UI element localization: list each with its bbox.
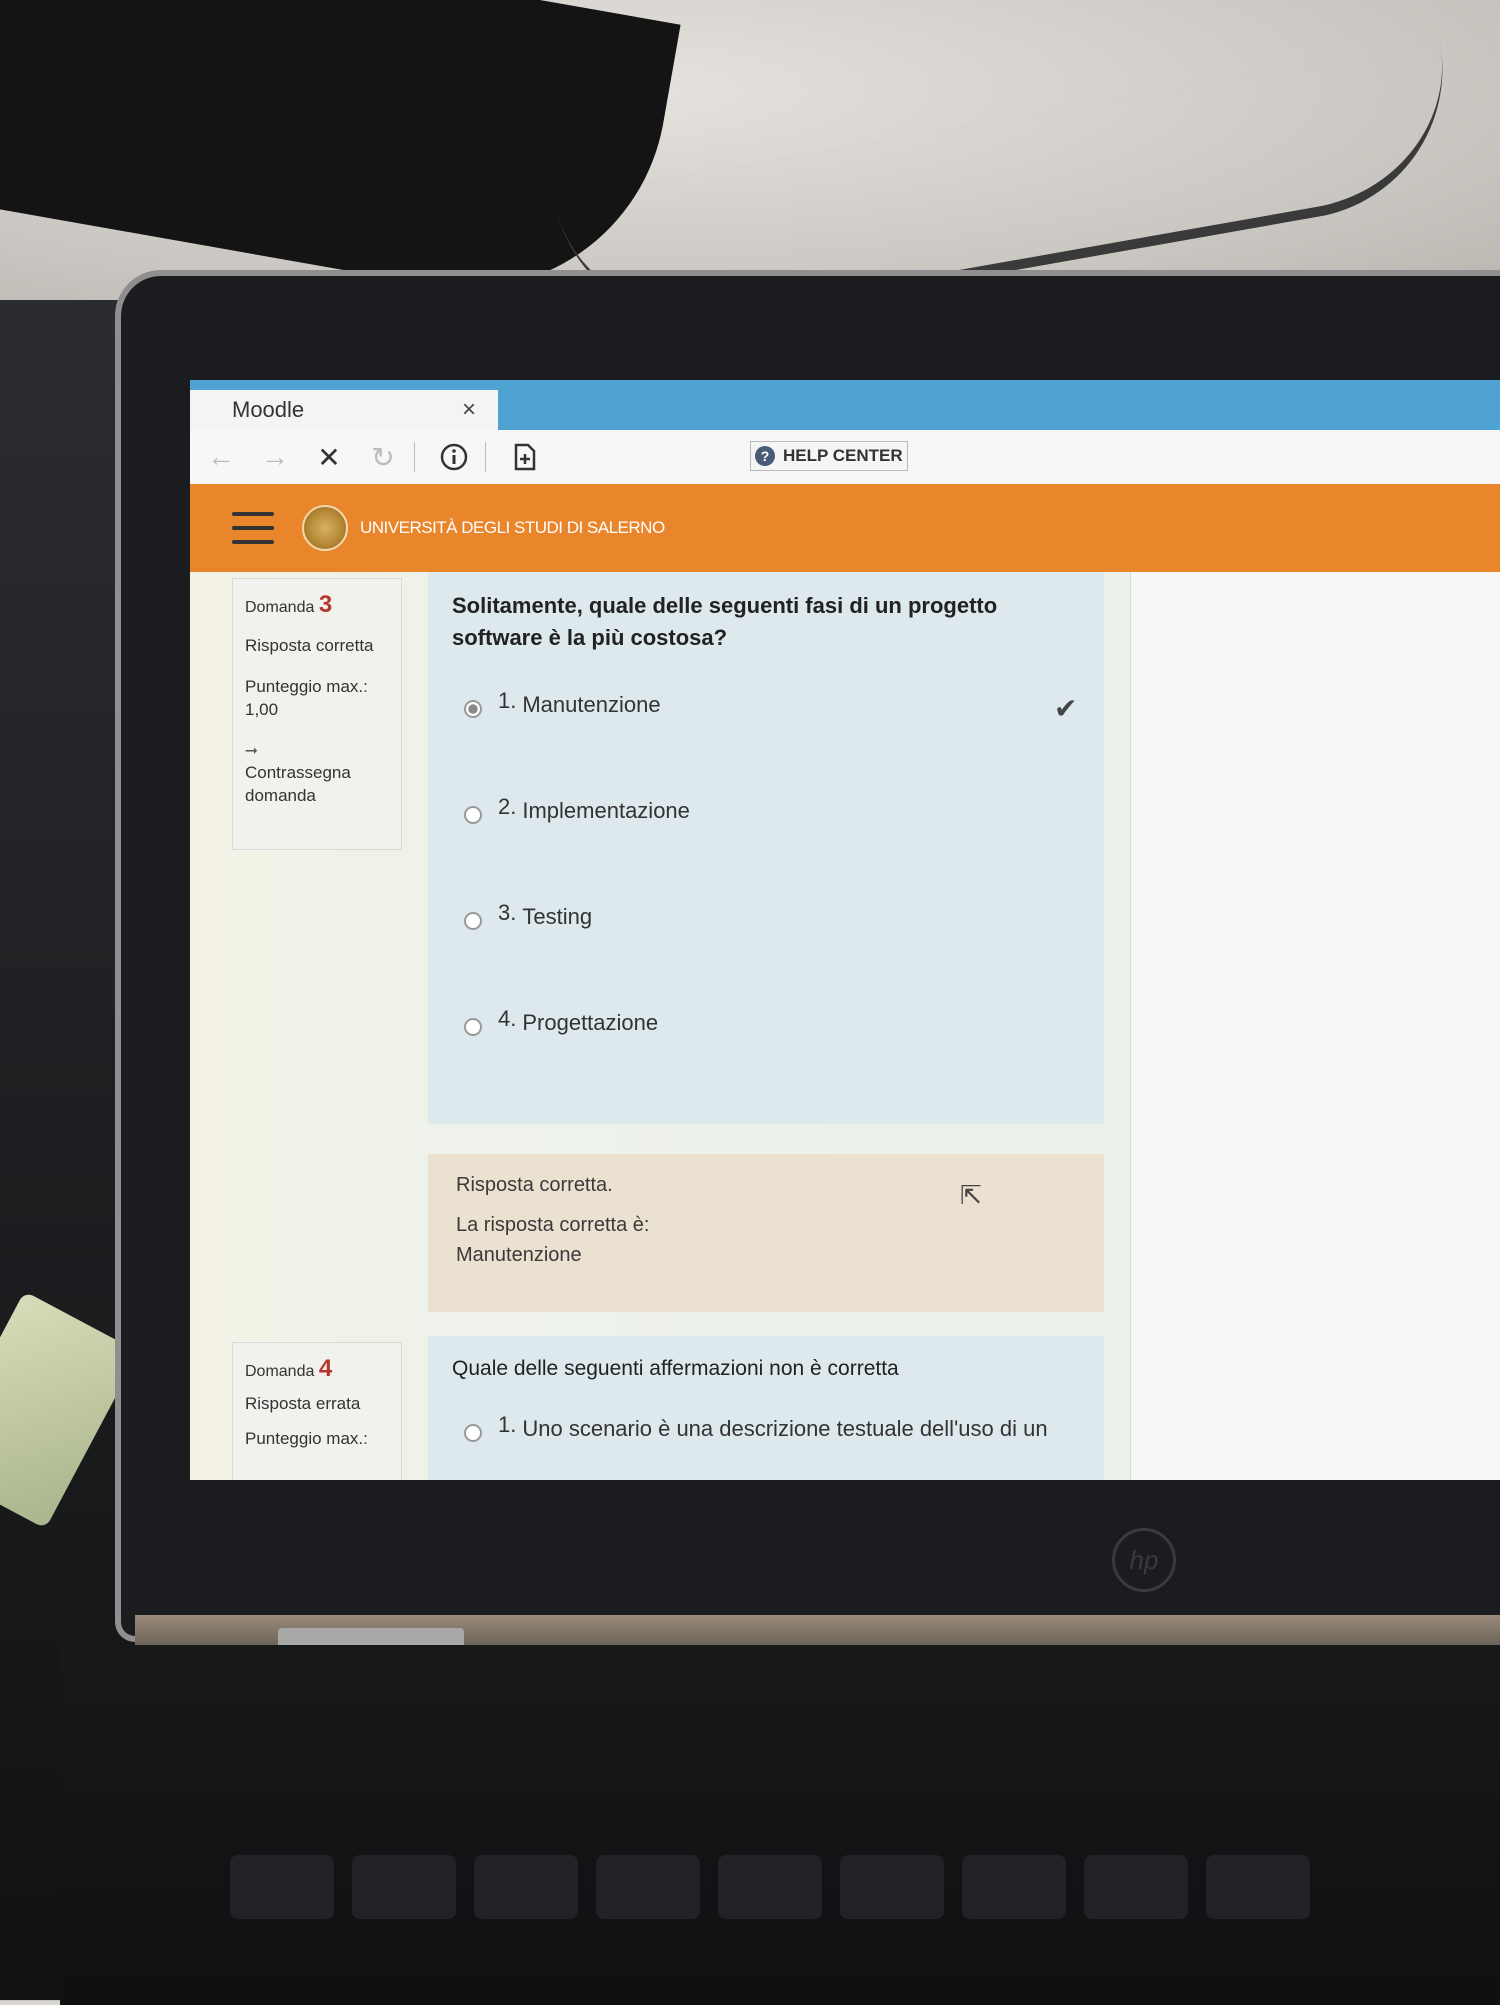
question-label: Domanda <box>245 599 315 616</box>
answer-option-1[interactable]: 1. Uno scenario è una descrizione testua… <box>464 1412 1048 1442</box>
key <box>840 1855 944 1919</box>
browser-toolbar: ← → ✕ ↻ ? HELP CENTER <box>190 430 1500 485</box>
back-arrow-icon[interactable]: ← <box>198 437 244 477</box>
toolbar-divider <box>414 442 415 472</box>
max-score-label: Punteggio max.: <box>245 1429 368 1449</box>
key <box>718 1855 822 1919</box>
question-text: Solitamente, quale delle seguenti fasi d… <box>452 593 998 650</box>
question-number: Domanda 4 <box>245 1353 389 1385</box>
key <box>962 1855 1066 1919</box>
key <box>474 1855 578 1919</box>
answer-feedback: Risposta corretta. La risposta corretta … <box>428 1154 1104 1312</box>
option-number: 3. <box>498 900 517 925</box>
option-number: 2. <box>498 794 517 819</box>
check-icon: ✔ <box>1054 693 1078 724</box>
option-label: Manutenzione <box>522 692 661 717</box>
option-number: 1. <box>498 688 517 713</box>
question-box-4: Quale delle seguenti affermazioni non è … <box>428 1336 1104 1480</box>
answer-option-3[interactable]: 3. Testing <box>464 900 593 930</box>
question-status: Risposta corretta <box>245 636 374 656</box>
question-label: Domanda <box>245 1363 315 1380</box>
university-logo[interactable] <box>302 505 348 551</box>
help-icon: ? <box>755 446 775 466</box>
radio-button[interactable] <box>464 1424 482 1442</box>
mouse-cursor-icon: ⇱ <box>960 1180 982 1210</box>
option-number: 4. <box>498 1006 517 1031</box>
radio-button[interactable] <box>464 700 482 718</box>
key <box>1084 1855 1188 1919</box>
info-icon[interactable] <box>431 437 477 477</box>
question-text: Quale delle seguenti affermazioni non è … <box>452 1357 899 1380</box>
feedback-status: Risposta corretta. <box>456 1174 613 1196</box>
question-box-3: Solitamente, quale delle seguenti fasi d… <box>428 572 1104 1124</box>
help-center-button[interactable]: ? HELP CENTER <box>750 441 908 471</box>
key <box>230 1855 334 1919</box>
radio-button[interactable] <box>464 912 482 930</box>
option-label: Testing <box>522 904 593 929</box>
question-info-3: Domanda 3 Risposta corretta Punteggio ma… <box>232 578 402 850</box>
forward-arrow-icon[interactable]: → <box>252 437 298 477</box>
tab-title: Moodle <box>232 397 305 422</box>
option-label: Uno scenario è una descrizione testuale … <box>522 1416 1048 1441</box>
answer-option-4[interactable]: 4. Progettazione <box>464 1006 659 1036</box>
correct-answer-label: La risposta corretta è: <box>456 1214 650 1236</box>
key <box>596 1855 700 1919</box>
close-icon[interactable]: × <box>454 396 484 424</box>
laptop-screen: Moodle × ← → ✕ ↻ ? HELP CENTER UNIVERSIT… <box>190 380 1500 1480</box>
answer-option-2[interactable]: 2. Implementazione <box>464 794 690 824</box>
answer-option-1[interactable]: 1. Manutenzione <box>464 688 661 718</box>
help-center-label: HELP CENTER <box>783 446 903 465</box>
radio-button[interactable] <box>464 806 482 824</box>
question-number-value: 4 <box>318 1355 333 1382</box>
max-score-value: 1,00 <box>245 700 279 720</box>
university-name[interactable]: UNIVERSITÀ DEGLI STUDI DI SALERNO <box>360 518 665 538</box>
quiz-content: Domanda 3 Risposta corretta Punteggio ma… <box>190 572 1500 1480</box>
stop-icon[interactable]: ✕ <box>306 437 352 477</box>
key <box>352 1855 456 1919</box>
menu-icon[interactable] <box>232 512 274 544</box>
browser-tab[interactable]: Moodle × <box>190 390 498 430</box>
option-label: Progettazione <box>522 1010 659 1035</box>
tab-bar: Moodle × <box>190 380 1500 430</box>
key <box>1206 1855 1310 1919</box>
question-info-4: Domanda 4 Risposta errata Punteggio max.… <box>232 1342 402 1480</box>
add-page-icon[interactable] <box>502 437 548 477</box>
site-header: UNIVERSITÀ DEGLI STUDI DI SALERNO <box>190 484 1500 572</box>
question-number-value: 3 <box>318 591 333 618</box>
question-number: Domanda 3 <box>245 589 389 621</box>
hp-logo-icon: hp <box>1112 1528 1176 1592</box>
toolbar-divider <box>485 442 486 472</box>
reload-icon[interactable]: ↻ <box>360 437 406 477</box>
radio-button[interactable] <box>464 1018 482 1036</box>
flag-question-link[interactable]: Contrassegna domanda <box>245 763 351 805</box>
flag-icon[interactable]: ⭢ <box>245 740 389 762</box>
max-score-label: Punteggio max.: <box>245 677 368 697</box>
correct-answer-value: Manutenzione <box>456 1244 582 1266</box>
keyboard-keys <box>230 1855 1500 1975</box>
option-label: Implementazione <box>522 798 690 823</box>
right-pane <box>1130 572 1500 1480</box>
question-status: Risposta errata <box>245 1394 361 1414</box>
option-number: 1. <box>498 1412 517 1437</box>
